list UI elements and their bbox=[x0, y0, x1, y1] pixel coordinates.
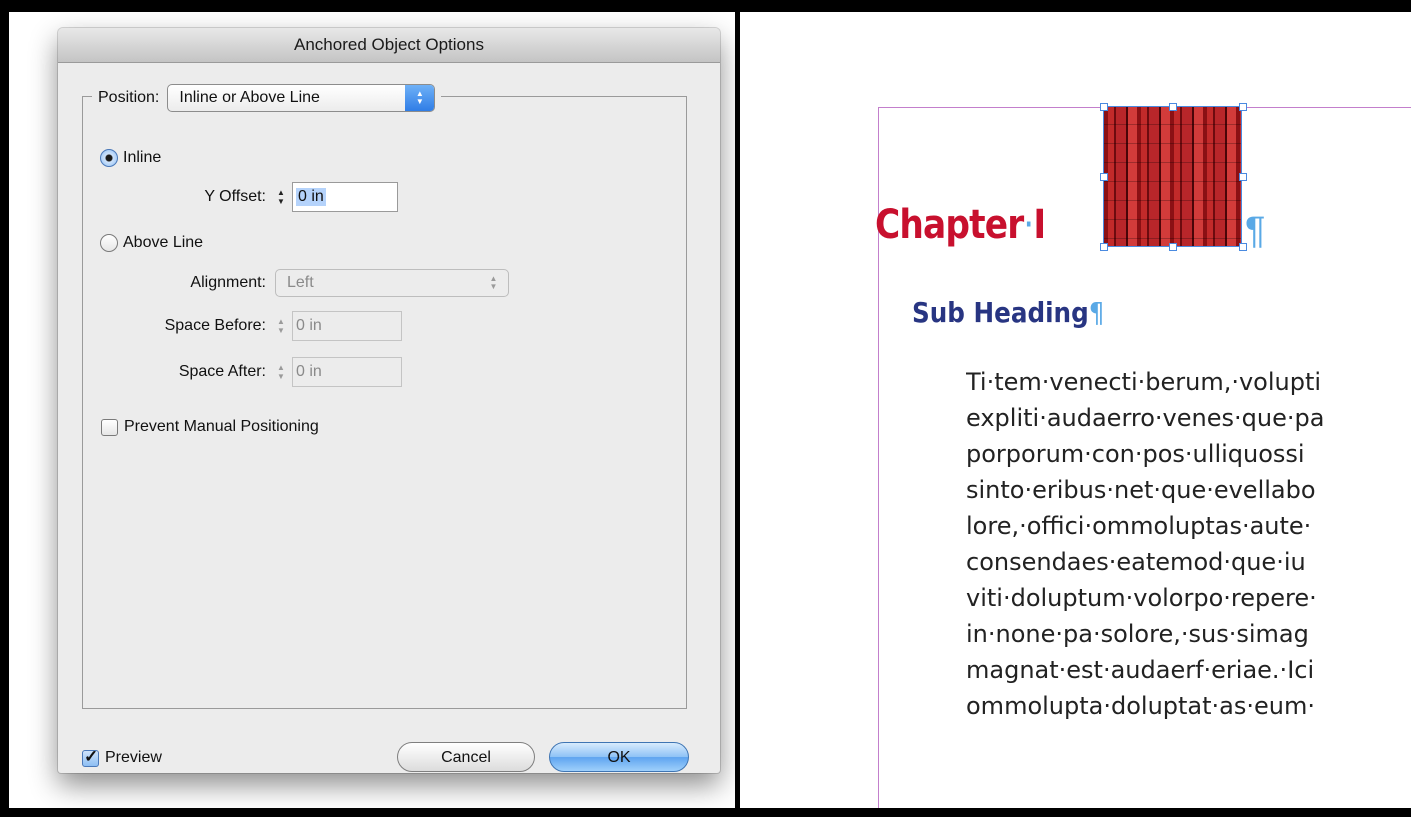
prevent-manual-row[interactable]: Prevent Manual Positioning bbox=[101, 418, 319, 436]
preview-row[interactable]: Preview bbox=[82, 747, 162, 767]
document-page: Chapter·I ¶ Sub Heading¶ Ti·tem·venecti·… bbox=[740, 12, 1411, 808]
alignment-dropdown[interactable]: Left ▲ ▼ bbox=[275, 269, 509, 297]
body-line: viti·doluptum·volorpo·repere· bbox=[966, 584, 1317, 612]
body-line: sinto·eribus·net·que·evellabo bbox=[966, 476, 1316, 504]
selection-handle[interactable] bbox=[1239, 173, 1247, 181]
space-before-label: Space Before: bbox=[164, 317, 266, 334]
y-offset-row: Y Offset: ▲ ▼ 0 in bbox=[168, 182, 398, 212]
sub-heading: Sub Heading¶ bbox=[912, 296, 1104, 329]
alignment-row: Alignment: Left ▲ ▼ bbox=[118, 269, 509, 297]
y-offset-label: Y Offset: bbox=[204, 188, 266, 205]
selection-handle[interactable] bbox=[1169, 243, 1177, 251]
chapter-pilcrow: ¶ bbox=[1245, 210, 1266, 252]
body-line: Ti·tem·venecti·berum,·volupti bbox=[966, 368, 1322, 396]
preview-checkbox[interactable] bbox=[82, 747, 99, 767]
dialog-backdrop: Anchored Object Options Position: Inline… bbox=[9, 12, 735, 808]
inline-radio-row[interactable]: Inline bbox=[100, 149, 161, 167]
space-after-field[interactable]: 0 in bbox=[292, 357, 402, 387]
above-line-radio[interactable] bbox=[100, 234, 118, 252]
body-line: porporum·con·pos·ulliquossi bbox=[966, 440, 1305, 468]
body-line: consendaes·eatemod·que·iu bbox=[966, 548, 1306, 576]
y-offset-field[interactable]: 0 in bbox=[292, 182, 398, 212]
prevent-manual-label: Prevent Manual Positioning bbox=[124, 418, 319, 435]
anchored-image[interactable] bbox=[1103, 106, 1242, 247]
body-line: ommolupta·doluptat·as·eum· bbox=[966, 692, 1315, 720]
y-offset-stepper[interactable]: ▲ ▼ bbox=[272, 185, 290, 209]
sub-heading-pilcrow: ¶ bbox=[1088, 296, 1105, 329]
body-paragraph: Ti·tem·venecti·berum,·volupti expliti·au… bbox=[966, 364, 1411, 724]
space-after-row: Space After: ▲ ▼ 0 in bbox=[118, 357, 402, 387]
above-line-label: Above Line bbox=[123, 234, 204, 251]
prevent-manual-checkbox[interactable] bbox=[101, 418, 118, 436]
selection-handle[interactable] bbox=[1169, 103, 1177, 111]
body-line: expliti·audaerro·venes·que·pa bbox=[966, 404, 1325, 432]
alignment-value: Left bbox=[287, 274, 314, 291]
dialog-title: Anchored Object Options bbox=[58, 28, 720, 63]
cancel-button[interactable]: Cancel bbox=[397, 742, 535, 772]
preview-label: Preview bbox=[105, 749, 162, 766]
space-after-label: Space After: bbox=[178, 363, 266, 380]
space-after-stepper[interactable]: ▲ ▼ bbox=[272, 360, 290, 384]
position-dropdown-value: Inline or Above Line bbox=[179, 89, 320, 106]
alignment-label: Alignment: bbox=[190, 274, 266, 291]
position-label: Position: bbox=[98, 89, 160, 106]
selection-handle[interactable] bbox=[1239, 103, 1247, 111]
body-line: in·none·pa·solore,·sus·simag bbox=[966, 620, 1309, 648]
inline-label: Inline bbox=[123, 149, 162, 166]
space-before-row: Space Before: ▲ ▼ 0 in bbox=[118, 311, 402, 341]
inline-radio[interactable] bbox=[100, 149, 118, 167]
anchored-object-options-dialog: Anchored Object Options Position: Inline… bbox=[58, 28, 720, 773]
body-line: lore,·offici·ommoluptas·aute· bbox=[966, 512, 1312, 540]
space-before-stepper[interactable]: ▲ ▼ bbox=[272, 314, 290, 338]
position-legend: Position: Inline or Above Line ▲ ▼ bbox=[92, 83, 442, 113]
dropdown-arrows-icon: ▲ ▼ bbox=[405, 85, 435, 111]
above-line-radio-row[interactable]: Above Line bbox=[100, 234, 203, 252]
selection-handle[interactable] bbox=[1100, 173, 1108, 181]
selection-handle[interactable] bbox=[1100, 243, 1108, 251]
space-before-field[interactable]: 0 in bbox=[292, 311, 402, 341]
y-offset-value: 0 in bbox=[296, 188, 326, 206]
ok-button[interactable]: OK bbox=[549, 742, 689, 772]
chapter-word: Chapter bbox=[875, 202, 1024, 248]
position-dropdown[interactable]: Inline or Above Line ▲ ▼ bbox=[167, 84, 436, 112]
dropdown-arrows-icon: ▲ ▼ bbox=[489, 274, 498, 291]
chapter-number: I bbox=[1033, 202, 1046, 248]
body-line: magnat·est·audaerf·eriae.·Ici bbox=[966, 656, 1315, 684]
chapter-heading: Chapter·I bbox=[875, 202, 1046, 248]
selection-handle[interactable] bbox=[1100, 103, 1108, 111]
space-marker: · bbox=[1023, 202, 1034, 248]
sub-heading-text: Sub Heading bbox=[912, 296, 1089, 329]
